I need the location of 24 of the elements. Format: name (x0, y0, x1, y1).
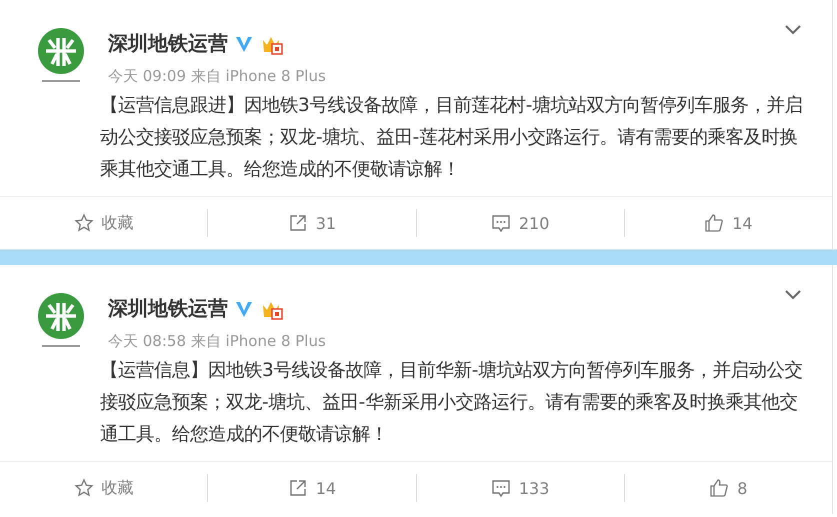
chevron-down-icon[interactable] (784, 289, 802, 301)
thumbs-up-icon (709, 478, 730, 498)
comment-button[interactable]: 133 (486, 474, 554, 502)
comment-button[interactable]: 210 (486, 209, 554, 237)
favorite-button[interactable]: 收藏 (70, 208, 138, 238)
comment-icon (490, 478, 511, 498)
thumbs-up-icon (704, 213, 724, 233)
share-icon (288, 213, 308, 233)
share-icon (288, 478, 308, 498)
chevron-down-icon[interactable] (784, 24, 802, 36)
author-name[interactable]: 深圳地铁运营 (108, 295, 228, 322)
like-button[interactable]: 8 (705, 474, 752, 502)
author-name[interactable]: 深圳地铁运营 (108, 30, 228, 57)
like-button[interactable]: 14 (700, 209, 757, 237)
comment-icon (490, 213, 511, 233)
post-meta: 今天 08:58 来自 iPhone 8 Plus (108, 332, 326, 351)
post-meta: 今天 09:09 来自 iPhone 8 Plus (108, 67, 326, 86)
repost-button[interactable]: 31 (284, 209, 340, 237)
post-text: 【运营信息跟进】因地铁3号线设备故障，目前莲花村-塘坑站双方向暂停列车服务，并启动公交接驳应急预案；双龙-塘坑、益田-莲花村采用小交路运行。请有需要的乘客及时换乘其他交通工具。给您造成的不便敬请谅解！ (99, 94, 804, 182)
star-icon (74, 213, 94, 233)
favorite-button[interactable]: 收藏 (70, 474, 138, 502)
repost-button[interactable]: 14 (284, 474, 340, 502)
star-icon (74, 478, 94, 498)
post-text: 【运营信息】因地铁3号线设备故障，目前华新-塘坑站双方向暂停列车服务，并启动公交接驳应急预案；双龙-塘坑、益田-华新采用小交路运行。请有需要的乘客及时换乘其他交通工具。给您造成的不便敬请谅解！ (99, 359, 804, 447)
